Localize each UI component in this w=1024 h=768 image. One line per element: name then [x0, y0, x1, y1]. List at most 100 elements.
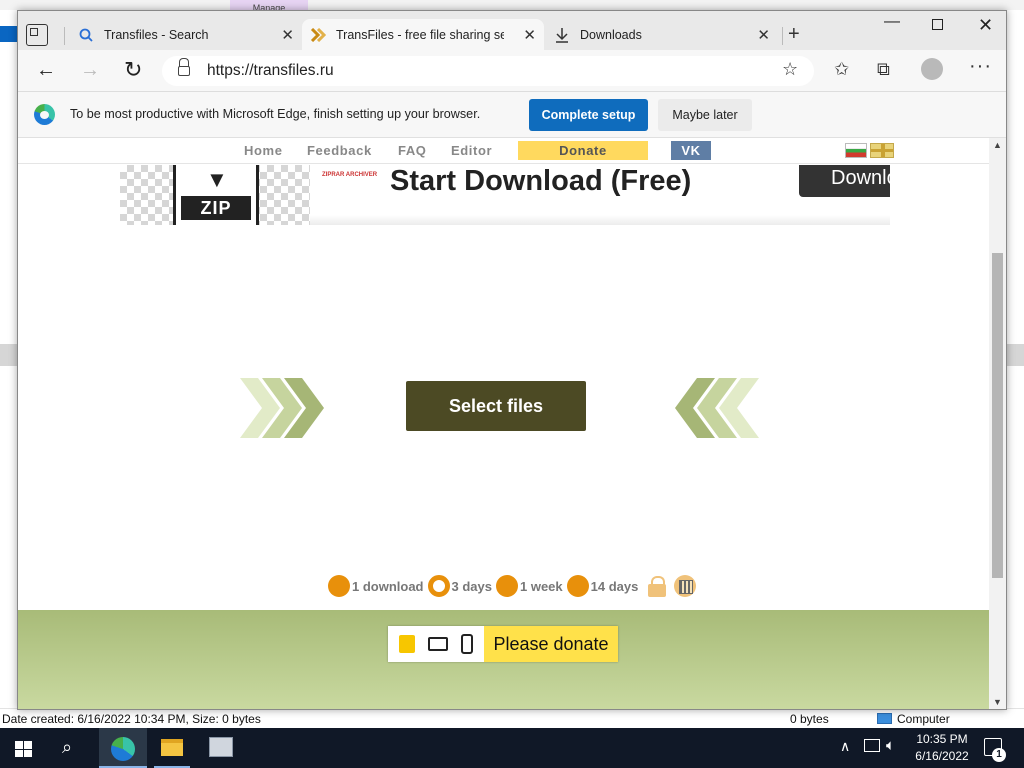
scroll-down-icon[interactable]: ▼	[993, 697, 1002, 707]
refresh-icon[interactable]: ↻	[124, 57, 142, 83]
radio-icon[interactable]	[566, 575, 589, 597]
ad-brand: ZIPRAR ARCHIVER	[322, 172, 378, 178]
network-icon[interactable]	[864, 739, 880, 752]
transfiles-chevron-icon	[310, 27, 326, 43]
tab-actions-icon[interactable]	[26, 24, 48, 46]
tab-title: Downloads	[580, 27, 642, 42]
ad-banner[interactable]: ▼ ZIP ZIPRAR ARCHIVER Start Download (Fr…	[120, 165, 890, 225]
chevrons-left-icon	[675, 378, 759, 438]
donate-widget[interactable]: Please donate	[388, 626, 618, 662]
nav-donate-link[interactable]: Donate	[518, 141, 648, 160]
option-label: 1 download	[352, 578, 424, 594]
qr-code-icon[interactable]	[674, 575, 697, 597]
ad-download-button[interactable]: Download	[799, 165, 890, 197]
radio-icon[interactable]	[495, 575, 518, 597]
site-nav: Home Feedback FAQ Editor Donate VK	[18, 138, 989, 164]
taskbar-search-icon[interactable]: ⌕	[62, 737, 72, 758]
nav-feedback-link[interactable]: Feedback	[307, 143, 372, 158]
maybe-later-button[interactable]: Maybe later	[658, 99, 752, 131]
minimize-icon[interactable]: —	[884, 13, 900, 31]
collections-icon[interactable]: ⧉	[877, 59, 890, 80]
radio-selected-icon[interactable]	[427, 575, 450, 597]
close-tab-icon[interactable]: ✕	[757, 26, 770, 44]
option-1-week[interactable]: 1 week	[495, 575, 563, 597]
nav-faq-link[interactable]: FAQ	[398, 143, 427, 158]
down-arrow-icon: ▼	[206, 167, 228, 192]
back-arrow-icon[interactable]: ←	[36, 59, 56, 82]
taskbar-file-explorer[interactable]	[148, 728, 196, 768]
ad-bottom-shade	[310, 215, 890, 225]
edge-setup-infobar: To be most productive with Microsoft Edg…	[18, 92, 1006, 138]
background-download-icon	[0, 26, 18, 42]
card-payment-icon[interactable]	[427, 637, 448, 651]
chevrons-right-icon	[240, 378, 324, 438]
option-3-days[interactable]: 3 days	[427, 575, 492, 597]
tab-title: Transfiles - Search	[104, 27, 209, 42]
more-options-icon[interactable]: ···	[969, 55, 992, 78]
background-toolbar	[0, 0, 1024, 10]
url-text[interactable]: https://transfiles.ru	[207, 62, 334, 80]
background-scroll-region-right	[1006, 344, 1024, 366]
show-hidden-icons-icon[interactable]: ∧	[840, 738, 850, 755]
page-viewport: Home Feedback FAQ Editor Donate VK ▼ ZIP…	[18, 138, 989, 709]
yandex-money-icon[interactable]	[398, 635, 415, 653]
option-label: 1 week	[519, 578, 563, 594]
option-14-days[interactable]: 14 days	[566, 575, 639, 597]
nav-editor-link[interactable]: Editor	[451, 143, 492, 158]
scroll-up-icon[interactable]: ▲	[993, 140, 1002, 150]
close-tab-icon[interactable]: ✕	[523, 26, 536, 44]
edge-logo-icon	[34, 104, 55, 125]
computer-icon	[877, 713, 892, 724]
close-tab-icon[interactable]: ✕	[281, 26, 294, 44]
page-footer: Please donate	[18, 610, 989, 709]
address-bar: ← → ↻ https://transfiles.ru ☆ ✩ ⧉ ···	[18, 50, 1006, 92]
select-files-button[interactable]: Select files	[406, 381, 586, 431]
new-tab-icon[interactable]: +	[788, 23, 800, 46]
background-manage-tab[interactable]: Manage	[230, 0, 308, 10]
download-icon	[554, 27, 570, 43]
taskbar-edge-app[interactable]	[99, 728, 147, 768]
tab-transfiles-search[interactable]: Transfiles - Search ✕	[70, 19, 302, 50]
notification-count: 1	[992, 748, 1006, 762]
status-date-created: Date created: 6/16/2022 10:34 PM, Size: …	[2, 712, 261, 726]
option-label: 3 days	[451, 578, 492, 594]
forward-arrow-icon[interactable]: →	[80, 59, 100, 82]
radio-icon[interactable]	[328, 575, 350, 597]
storage-options: 1 download 3 days 1 week 14 days	[328, 574, 697, 598]
clock-time[interactable]: 10:35 PM	[914, 732, 970, 746]
please-donate-label[interactable]: Please donate	[484, 626, 618, 662]
complete-setup-button[interactable]: Complete setup	[529, 99, 648, 131]
tab-title: TransFiles - free file sharing servi	[336, 27, 504, 42]
add-favorite-icon[interactable]: ☆	[782, 59, 798, 80]
clock-date[interactable]: 6/16/2022	[910, 749, 974, 763]
maximize-icon[interactable]	[932, 19, 943, 30]
search-icon	[78, 27, 94, 43]
volume-icon[interactable]: 🔈︎	[886, 737, 895, 754]
phone-payment-icon[interactable]	[461, 634, 474, 654]
flag-russian-icon[interactable]	[845, 143, 867, 158]
favorites-icon[interactable]: ✩	[834, 59, 849, 80]
option-label: 14 days	[590, 578, 639, 594]
url-input[interactable]: https://transfiles.ru ☆	[162, 56, 814, 86]
scroll-thumb[interactable]	[992, 253, 1003, 578]
tab-downloads[interactable]: Downloads ✕	[546, 19, 778, 50]
nav-home-link[interactable]: Home	[244, 143, 283, 158]
infobar-message: To be most productive with Microsoft Edg…	[70, 107, 481, 121]
flag-english-icon[interactable]	[870, 143, 894, 158]
profile-avatar[interactable]	[921, 58, 943, 80]
nav-vk-link[interactable]: VK	[671, 141, 711, 160]
folder-icon	[161, 739, 183, 756]
donate-methods	[388, 626, 484, 662]
lock-icon[interactable]	[178, 58, 190, 76]
ad-zip-label: ZIP	[181, 196, 251, 220]
tab-transfiles-active[interactable]: TransFiles - free file sharing servi ✕	[302, 19, 544, 50]
ad-title[interactable]: Start Download (Free)	[390, 165, 691, 198]
taskbar-server-manager[interactable]	[197, 728, 245, 768]
zip-file-icon: ▼ ZIP	[173, 165, 259, 225]
background-scroll-region	[0, 344, 18, 366]
windows-start-icon[interactable]	[15, 741, 32, 757]
password-lock-icon[interactable]	[648, 575, 667, 597]
page-scrollbar[interactable]: ▲ ▼	[989, 138, 1006, 709]
close-window-icon[interactable]: ✕	[978, 15, 993, 36]
option-1-download[interactable]: 1 download	[328, 575, 424, 597]
